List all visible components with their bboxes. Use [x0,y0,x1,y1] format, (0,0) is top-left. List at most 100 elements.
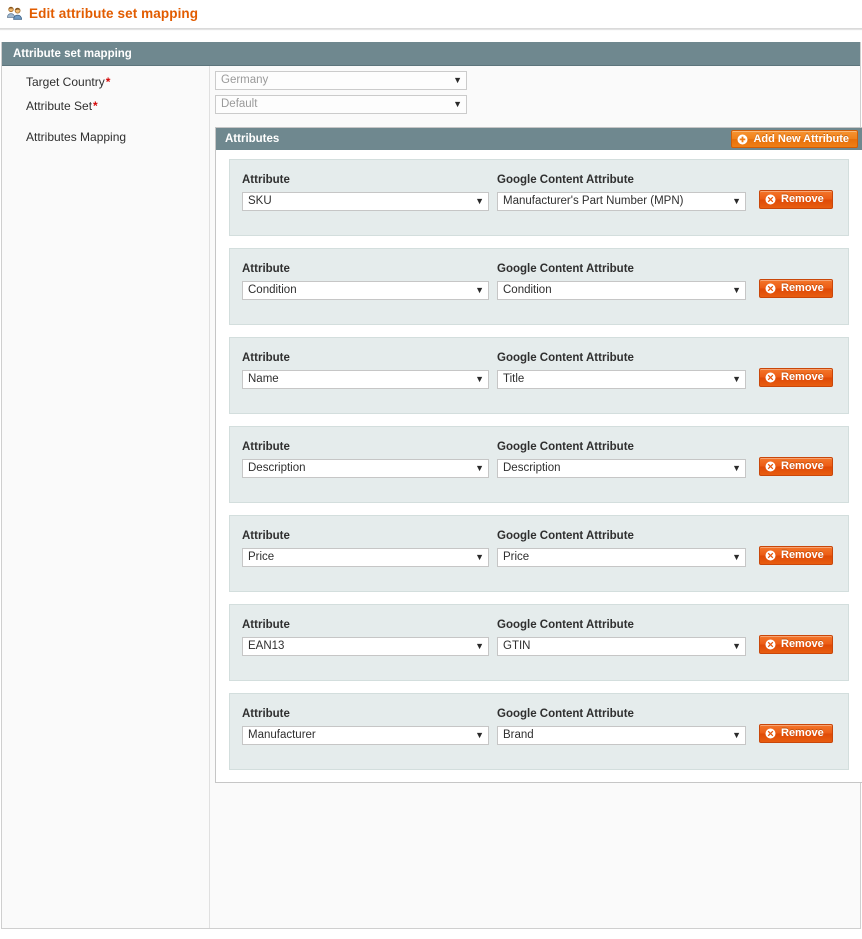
target-country-select[interactable]: Germany ▼ [215,71,467,90]
column-divider [209,66,210,928]
remove-attribute-button[interactable]: Remove [759,368,833,387]
add-new-attribute-button[interactable]: Add New Attribute [731,130,858,148]
remove-attribute-button[interactable]: Remove [759,279,833,298]
attribute-mapping-row-0: Attribute SKU ▼ Google Content Attribute… [229,159,849,236]
google-content-attribute-select[interactable]: GTIN ▼ [497,637,746,656]
google-content-attribute-select[interactable]: Price ▼ [497,548,746,567]
attribute-select[interactable]: EAN13 ▼ [242,637,489,656]
chevron-down-icon: ▼ [732,374,741,384]
chevron-down-icon: ▼ [475,641,484,651]
remove-attribute-label: Remove [781,549,824,561]
attribute-set-select[interactable]: Default ▼ [215,95,467,114]
circle-x-icon [765,550,776,561]
remove-attribute-button[interactable]: Remove [759,546,833,565]
chevron-down-icon: ▼ [732,463,741,473]
attribute-mapping-row-5: Attribute EAN13 ▼ Google Content Attribu… [229,604,849,681]
chevron-down-icon: ▼ [453,99,462,109]
remove-attribute-label: Remove [781,460,824,472]
chevron-down-icon: ▼ [453,75,462,85]
row-actions: Remove [752,173,833,209]
attribute-set-value: Default ▼ [209,90,860,114]
google-content-attribute-column-label: Google Content Attribute [497,174,634,186]
google-content-attribute-select[interactable]: Condition ▼ [497,281,746,300]
remove-attribute-label: Remove [781,371,824,383]
google-content-attribute-select[interactable]: Title ▼ [497,370,746,389]
google-content-attribute-column-label: Google Content Attribute [497,352,634,364]
remove-attribute-button[interactable]: Remove [759,190,833,209]
remove-attribute-label: Remove [781,193,824,205]
attributes-panel: Attributes Add New Attribute Attribute S… [215,127,862,783]
users-group-icon [6,5,23,22]
google-content-attribute-select[interactable]: Description ▼ [497,459,746,478]
attributes-panel-title: Attributes [225,133,280,145]
attribute-select[interactable]: Condition ▼ [242,281,489,300]
circle-x-icon [765,461,776,472]
target-country-selected-value: Germany [221,74,269,86]
google-content-attribute-selected-value: GTIN [503,640,531,652]
attribute-column-label: Attribute [242,530,290,542]
remove-attribute-button[interactable]: Remove [759,457,833,476]
attribute-column-label: Attribute [242,708,290,720]
target-country-label: Target Country* [2,66,209,90]
attribute-column: Attribute Manufacturer ▼ [242,707,497,745]
attribute-column: Attribute EAN13 ▼ [242,618,497,656]
google-content-attribute-column: Google Content Attribute Price ▼ [497,529,752,567]
google-content-attribute-select[interactable]: Manufacturer's Part Number (MPN) ▼ [497,192,746,211]
row-actions: Remove [752,440,833,476]
attribute-column-label: Attribute [242,619,290,631]
target-country-label-text: Target Country [26,75,105,89]
chevron-down-icon: ▼ [475,196,484,206]
row-actions: Remove [752,618,833,654]
google-content-attribute-column-label: Google Content Attribute [497,619,634,631]
google-content-attribute-column: Google Content Attribute Description ▼ [497,440,752,478]
attribute-select[interactable]: Description ▼ [242,459,489,478]
circle-x-icon [765,283,776,294]
required-marker: * [105,75,111,89]
google-content-attribute-selected-value: Description [503,462,561,474]
required-marker: * [93,99,98,113]
google-content-attribute-selected-value: Manufacturer's Part Number (MPN) [503,195,684,207]
attributes-mapping-label-text: Attributes Mapping [26,130,127,144]
chevron-down-icon: ▼ [475,374,484,384]
attribute-mapping-row-3: Attribute Description ▼ Google Content A… [229,426,849,503]
attribute-column: Attribute Price ▼ [242,529,497,567]
form-row-attribute-set: Attribute Set* Default ▼ [2,90,860,114]
fieldset-body: Target Country* Germany ▼ Attribute Set*… [2,66,862,928]
remove-attribute-label: Remove [781,282,824,294]
attribute-set-label-text: Attribute Set [26,99,93,113]
remove-attribute-button[interactable]: Remove [759,724,833,743]
attribute-selected-value: EAN13 [248,640,285,652]
google-content-attribute-column-label: Google Content Attribute [497,263,634,275]
circle-x-icon [765,728,776,739]
fieldset-legend: Attribute set mapping [2,42,860,66]
google-content-attribute-selected-value: Brand [503,729,534,741]
attributes-mapping-label: Attributes Mapping [2,127,209,145]
row-actions: Remove [752,529,833,565]
attribute-set-selected-value: Default [221,98,258,110]
chevron-down-icon: ▼ [475,463,484,473]
remove-attribute-button[interactable]: Remove [759,635,833,654]
chevron-down-icon: ▼ [475,730,484,740]
circle-x-icon [765,639,776,650]
row-actions: Remove [752,707,833,743]
google-content-attribute-column: Google Content Attribute Manufacturer's … [497,173,752,211]
google-content-attribute-selected-value: Price [503,551,530,563]
google-content-attribute-column: Google Content Attribute Brand ▼ [497,707,752,745]
form-row-target-country: Target Country* Germany ▼ [2,66,860,90]
attribute-select[interactable]: Manufacturer ▼ [242,726,489,745]
attribute-select[interactable]: SKU ▼ [242,192,489,211]
google-content-attribute-column: Google Content Attribute Condition ▼ [497,262,752,300]
chevron-down-icon: ▼ [732,730,741,740]
attributes-panel-header: Attributes Add New Attribute [216,128,862,150]
chevron-down-icon: ▼ [732,641,741,651]
attribute-column-label: Attribute [242,174,290,186]
attribute-mapping-row-1: Attribute Condition ▼ Google Content Att… [229,248,849,325]
attributes-mapping-value: Attributes Add New Attribute Attribute S… [209,127,862,783]
attribute-selected-value: SKU [248,195,272,207]
attribute-select[interactable]: Name ▼ [242,370,489,389]
attribute-mapping-row-6: Attribute Manufacturer ▼ Google Content … [229,693,849,770]
google-content-attribute-select[interactable]: Brand ▼ [497,726,746,745]
google-content-attribute-column-label: Google Content Attribute [497,441,634,453]
chevron-down-icon: ▼ [732,196,741,206]
attribute-select[interactable]: Price ▼ [242,548,489,567]
